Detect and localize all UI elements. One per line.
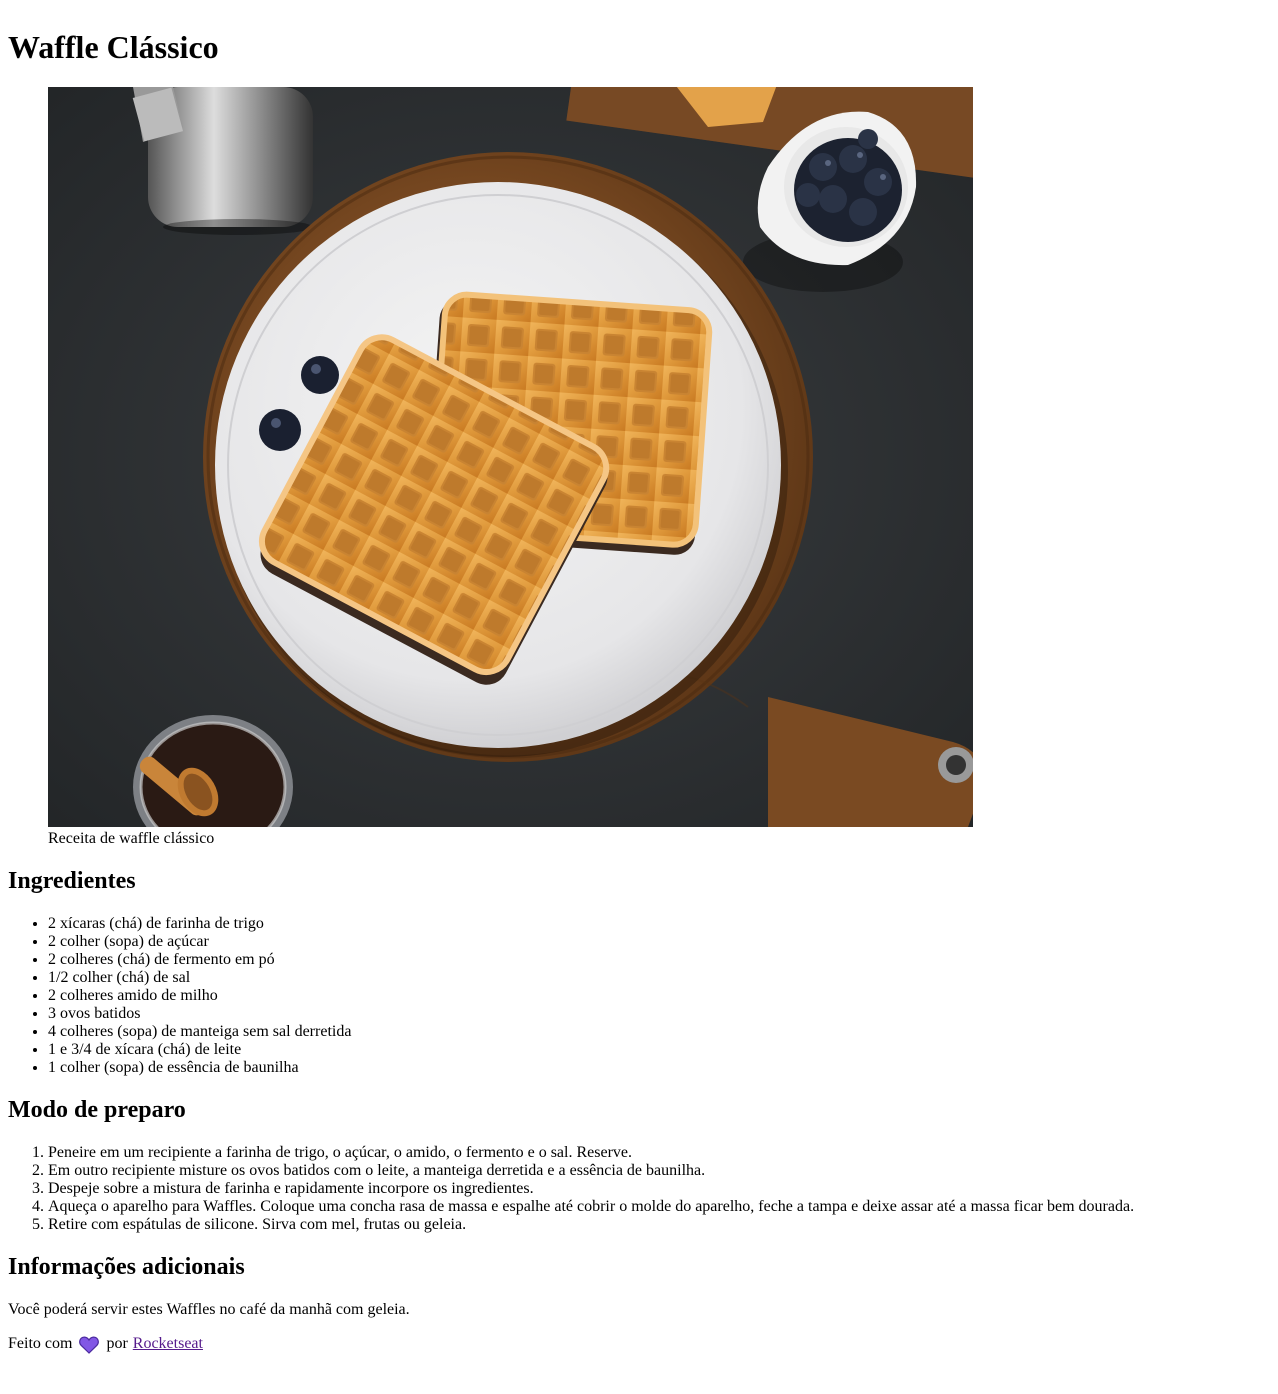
- step-item: Despeje sobre a mistura de farinha e rap…: [48, 1180, 1270, 1198]
- step-item: Retire com espátulas de silicone. Sirva …: [48, 1216, 1270, 1234]
- step-item: Peneire em um recipiente a farinha de tr…: [48, 1144, 1270, 1162]
- ingredient-item: 2 colheres amido de milho: [48, 987, 1270, 1005]
- recipe-figure: Receita de waffle clássico: [48, 87, 973, 848]
- page-title: Waffle Clássico: [8, 29, 219, 65]
- step-item: Em outro recipiente misture os ovos bati…: [48, 1162, 1270, 1180]
- step-item: Aqueça o aparelho para Waffles. Coloque …: [48, 1198, 1270, 1216]
- footer: Feito com por Rocketseat: [8, 1335, 1270, 1354]
- purple-heart-icon: [79, 1336, 100, 1354]
- ingredients-heading: Ingredientes: [8, 868, 136, 894]
- footer-made-with: Feito com: [8, 1335, 73, 1352]
- ingredient-item: 2 xícaras (chá) de farinha de trigo: [48, 915, 1270, 933]
- recipe-page: Waffle Clássico Receita de waffle clássi…: [0, 29, 1278, 1354]
- additional-info-text: Você poderá servir estes Waffles no café…: [8, 1301, 410, 1318]
- ingredient-item: 1/2 colher (chá) de sal: [48, 969, 1270, 987]
- ingredients-list: 2 xícaras (chá) de farinha de trigo 2 co…: [8, 915, 1270, 1077]
- ingredient-item: 1 e 3/4 de xícara (chá) de leite: [48, 1041, 1270, 1059]
- ingredient-item: 2 colheres (chá) de fermento em pó: [48, 951, 1270, 969]
- ingredient-item: 1 colher (sopa) de essência de baunilha: [48, 1059, 1270, 1077]
- footer-by: por: [106, 1335, 128, 1352]
- ingredient-item: 4 colheres (sopa) de manteiga sem sal de…: [48, 1023, 1270, 1041]
- additional-info-heading: Informações adicionais: [8, 1254, 245, 1280]
- preparation-steps: Peneire em um recipiente a farinha de tr…: [8, 1144, 1270, 1234]
- photo-caption: Receita de waffle clássico: [48, 830, 215, 847]
- waffle-photo: [48, 87, 973, 827]
- rocketseat-link[interactable]: Rocketseat: [133, 1335, 203, 1353]
- ingredient-item: 3 ovos batidos: [48, 1005, 1270, 1023]
- ingredient-item: 2 colher (sopa) de açúcar: [48, 933, 1270, 951]
- preparation-heading: Modo de preparo: [8, 1097, 186, 1123]
